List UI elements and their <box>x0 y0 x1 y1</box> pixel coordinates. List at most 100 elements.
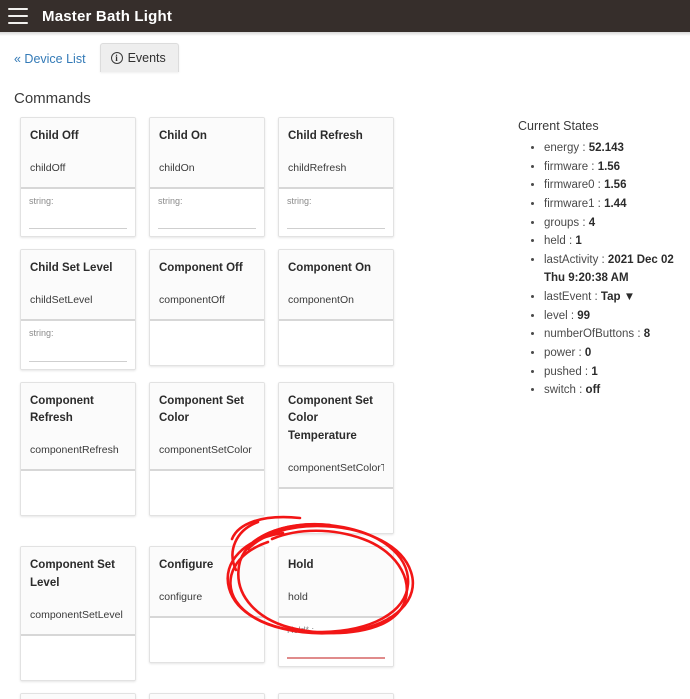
current-state-key: firmware <box>544 160 589 173</box>
body-split: Child Off childOff string: Child On childOn s… <box>0 117 690 699</box>
command-card-header[interactable]: Component Off componentOff <box>150 250 264 322</box>
command-card[interactable]: Component On componentOn <box>278 249 394 367</box>
current-state-item: energy : 52.143 <box>544 139 690 158</box>
command-card[interactable]: Child Refresh childRefresh string: <box>278 117 394 238</box>
command-parameter-input[interactable] <box>287 657 385 659</box>
command-card-header[interactable]: Component Refresh componentRefresh <box>21 382 135 472</box>
command-card[interactable]: Component Refresh componentRefresh <box>20 381 136 517</box>
command-column: Hold hold Hold* : <box>278 546 407 693</box>
command-card-body: string: <box>279 188 393 237</box>
command-method-name[interactable]: componentRefresh <box>30 444 126 456</box>
command-card[interactable]: Hold hold Hold* : <box>278 546 394 667</box>
device-list-back-link[interactable]: « Device List <box>14 52 100 72</box>
command-parameter-field[interactable]: Hold* : <box>287 624 385 659</box>
current-state-separator: : <box>579 142 589 154</box>
command-method-name[interactable]: configure <box>159 591 255 603</box>
command-title: Child On <box>159 130 207 142</box>
command-card[interactable]: Component Off componentOff <box>149 249 265 367</box>
current-state-item: level : 99 <box>544 307 690 326</box>
current-state-key: pushed <box>544 365 582 378</box>
command-card[interactable]: Child Set Level childSetLevel string: <box>20 249 136 370</box>
command-card-header[interactable]: Offoff <box>21 693 135 699</box>
tab-events[interactable]: i Events <box>99 43 179 72</box>
command-parameter-input[interactable] <box>158 228 256 230</box>
command-card-header[interactable]: Child Set Level childSetLevel <box>21 250 135 322</box>
command-parameter-field[interactable]: string: <box>158 195 256 230</box>
command-column: Component Refresh componentRefresh <box>20 381 149 546</box>
command-card-body <box>150 321 264 366</box>
command-card[interactable]: Configure configure <box>149 546 265 663</box>
current-state-separator: : <box>581 365 592 378</box>
current-state-item: numberOfButtons : 8 <box>544 325 690 344</box>
command-parameter-input[interactable] <box>29 360 127 362</box>
command-column: Offoff <box>20 692 149 699</box>
command-title: Child Off <box>30 130 79 142</box>
command-parameter-label: Hold* : <box>287 624 315 635</box>
command-card-header[interactable]: Hold hold <box>279 547 393 618</box>
command-method-name[interactable]: componentOff <box>159 294 255 306</box>
command-parameter-field[interactable]: string: <box>29 327 127 362</box>
current-state-key: lastActivity <box>544 253 599 266</box>
current-state-item: lastActivity : 2021 Dec 02 Thu 9:20:38 A… <box>544 251 690 288</box>
command-card-header[interactable]: Onon <box>150 693 264 699</box>
current-state-separator: : <box>634 328 644 341</box>
command-card[interactable]: Child Off childOff string: <box>20 117 136 238</box>
command-title: Component Set Level <box>30 559 115 589</box>
command-title: Component Refresh <box>30 394 94 425</box>
command-card[interactable]: Component Set Color Temperature component… <box>278 381 394 535</box>
command-card-body: Hold* : <box>279 617 393 666</box>
command-parameter-input[interactable] <box>29 228 127 230</box>
command-parameter-label: string: <box>29 328 54 339</box>
commands-heading: Commands <box>14 90 91 107</box>
command-card-header[interactable]: Component On componentOn <box>279 250 393 322</box>
current-states-panel: Current States energy : 52.143firmware :… <box>512 117 690 400</box>
command-card[interactable]: Pollpoll <box>278 692 394 699</box>
command-card[interactable]: Onon <box>149 692 265 699</box>
command-card[interactable]: Component Set Color componentSetColor <box>149 381 265 517</box>
current-state-item: groups : 4 <box>544 214 690 233</box>
command-card-header[interactable]: Component Set Level componentSetLevel <box>21 547 135 636</box>
commands-grid: Child Off childOff string: Child On childOn s… <box>0 117 512 699</box>
command-column: Child On childOn string: <box>149 117 278 249</box>
command-method-name[interactable]: childOn <box>159 162 255 174</box>
command-card[interactable]: Child On childOn string: <box>149 117 265 238</box>
command-parameter-input[interactable] <box>287 228 385 230</box>
command-parameter-label: string: <box>29 195 54 206</box>
current-state-separator: : <box>598 253 608 266</box>
current-state-key: firmware0 <box>544 179 595 192</box>
command-method-name[interactable]: componentSetColorTemperature <box>288 462 384 474</box>
current-state-separator: : <box>579 216 589 229</box>
command-method-name[interactable]: componentOn <box>288 294 384 306</box>
command-card-header[interactable]: Child Refresh childRefresh <box>279 118 393 189</box>
app-header-bar: Master Bath Light <box>0 0 690 32</box>
command-title: Component On <box>288 262 372 275</box>
command-card-header[interactable]: Child Off childOff <box>21 118 135 189</box>
command-card-header[interactable]: Child On childOn <box>150 118 264 189</box>
command-method-name[interactable]: hold <box>288 591 384 603</box>
command-column: Configure configure <box>149 546 278 693</box>
current-state-value: 52.143 <box>588 142 624 154</box>
command-method-name[interactable]: childSetLevel <box>30 294 126 306</box>
command-method-name[interactable]: componentSetColor <box>159 444 255 456</box>
command-card[interactable]: Component Set Level componentSetLevel <box>20 546 136 681</box>
current-state-separator: : <box>594 197 605 210</box>
command-parameter-label: string: <box>287 195 312 206</box>
command-method-name[interactable]: componentSetLevel <box>30 609 126 621</box>
page-title: Master Bath Light <box>42 7 173 25</box>
command-method-name[interactable]: childOff <box>30 162 126 174</box>
current-state-value: off <box>585 384 601 397</box>
command-card-header[interactable]: Configure configure <box>150 547 264 618</box>
command-card-header[interactable]: Pollpoll <box>279 693 393 699</box>
current-state-value: 1 <box>575 235 582 248</box>
command-card-header[interactable]: Component Set Color componentSetColor <box>150 382 264 472</box>
command-parameter-field[interactable]: string: <box>29 195 127 230</box>
current-state-value: Tap ▼ <box>600 291 636 303</box>
current-state-item: switch : off <box>544 381 690 400</box>
command-parameter-field[interactable]: string: <box>287 195 385 230</box>
current-states-list: energy : 52.143firmware : 1.56firmware0 … <box>544 139 690 400</box>
hamburger-menu-icon[interactable] <box>8 8 28 24</box>
current-state-item: firmware1 : 1.44 <box>544 195 690 214</box>
command-card-header[interactable]: Component Set Color Temperature component… <box>279 382 393 490</box>
command-method-name[interactable]: childRefresh <box>288 162 384 174</box>
command-card[interactable]: Offoff <box>20 692 136 699</box>
